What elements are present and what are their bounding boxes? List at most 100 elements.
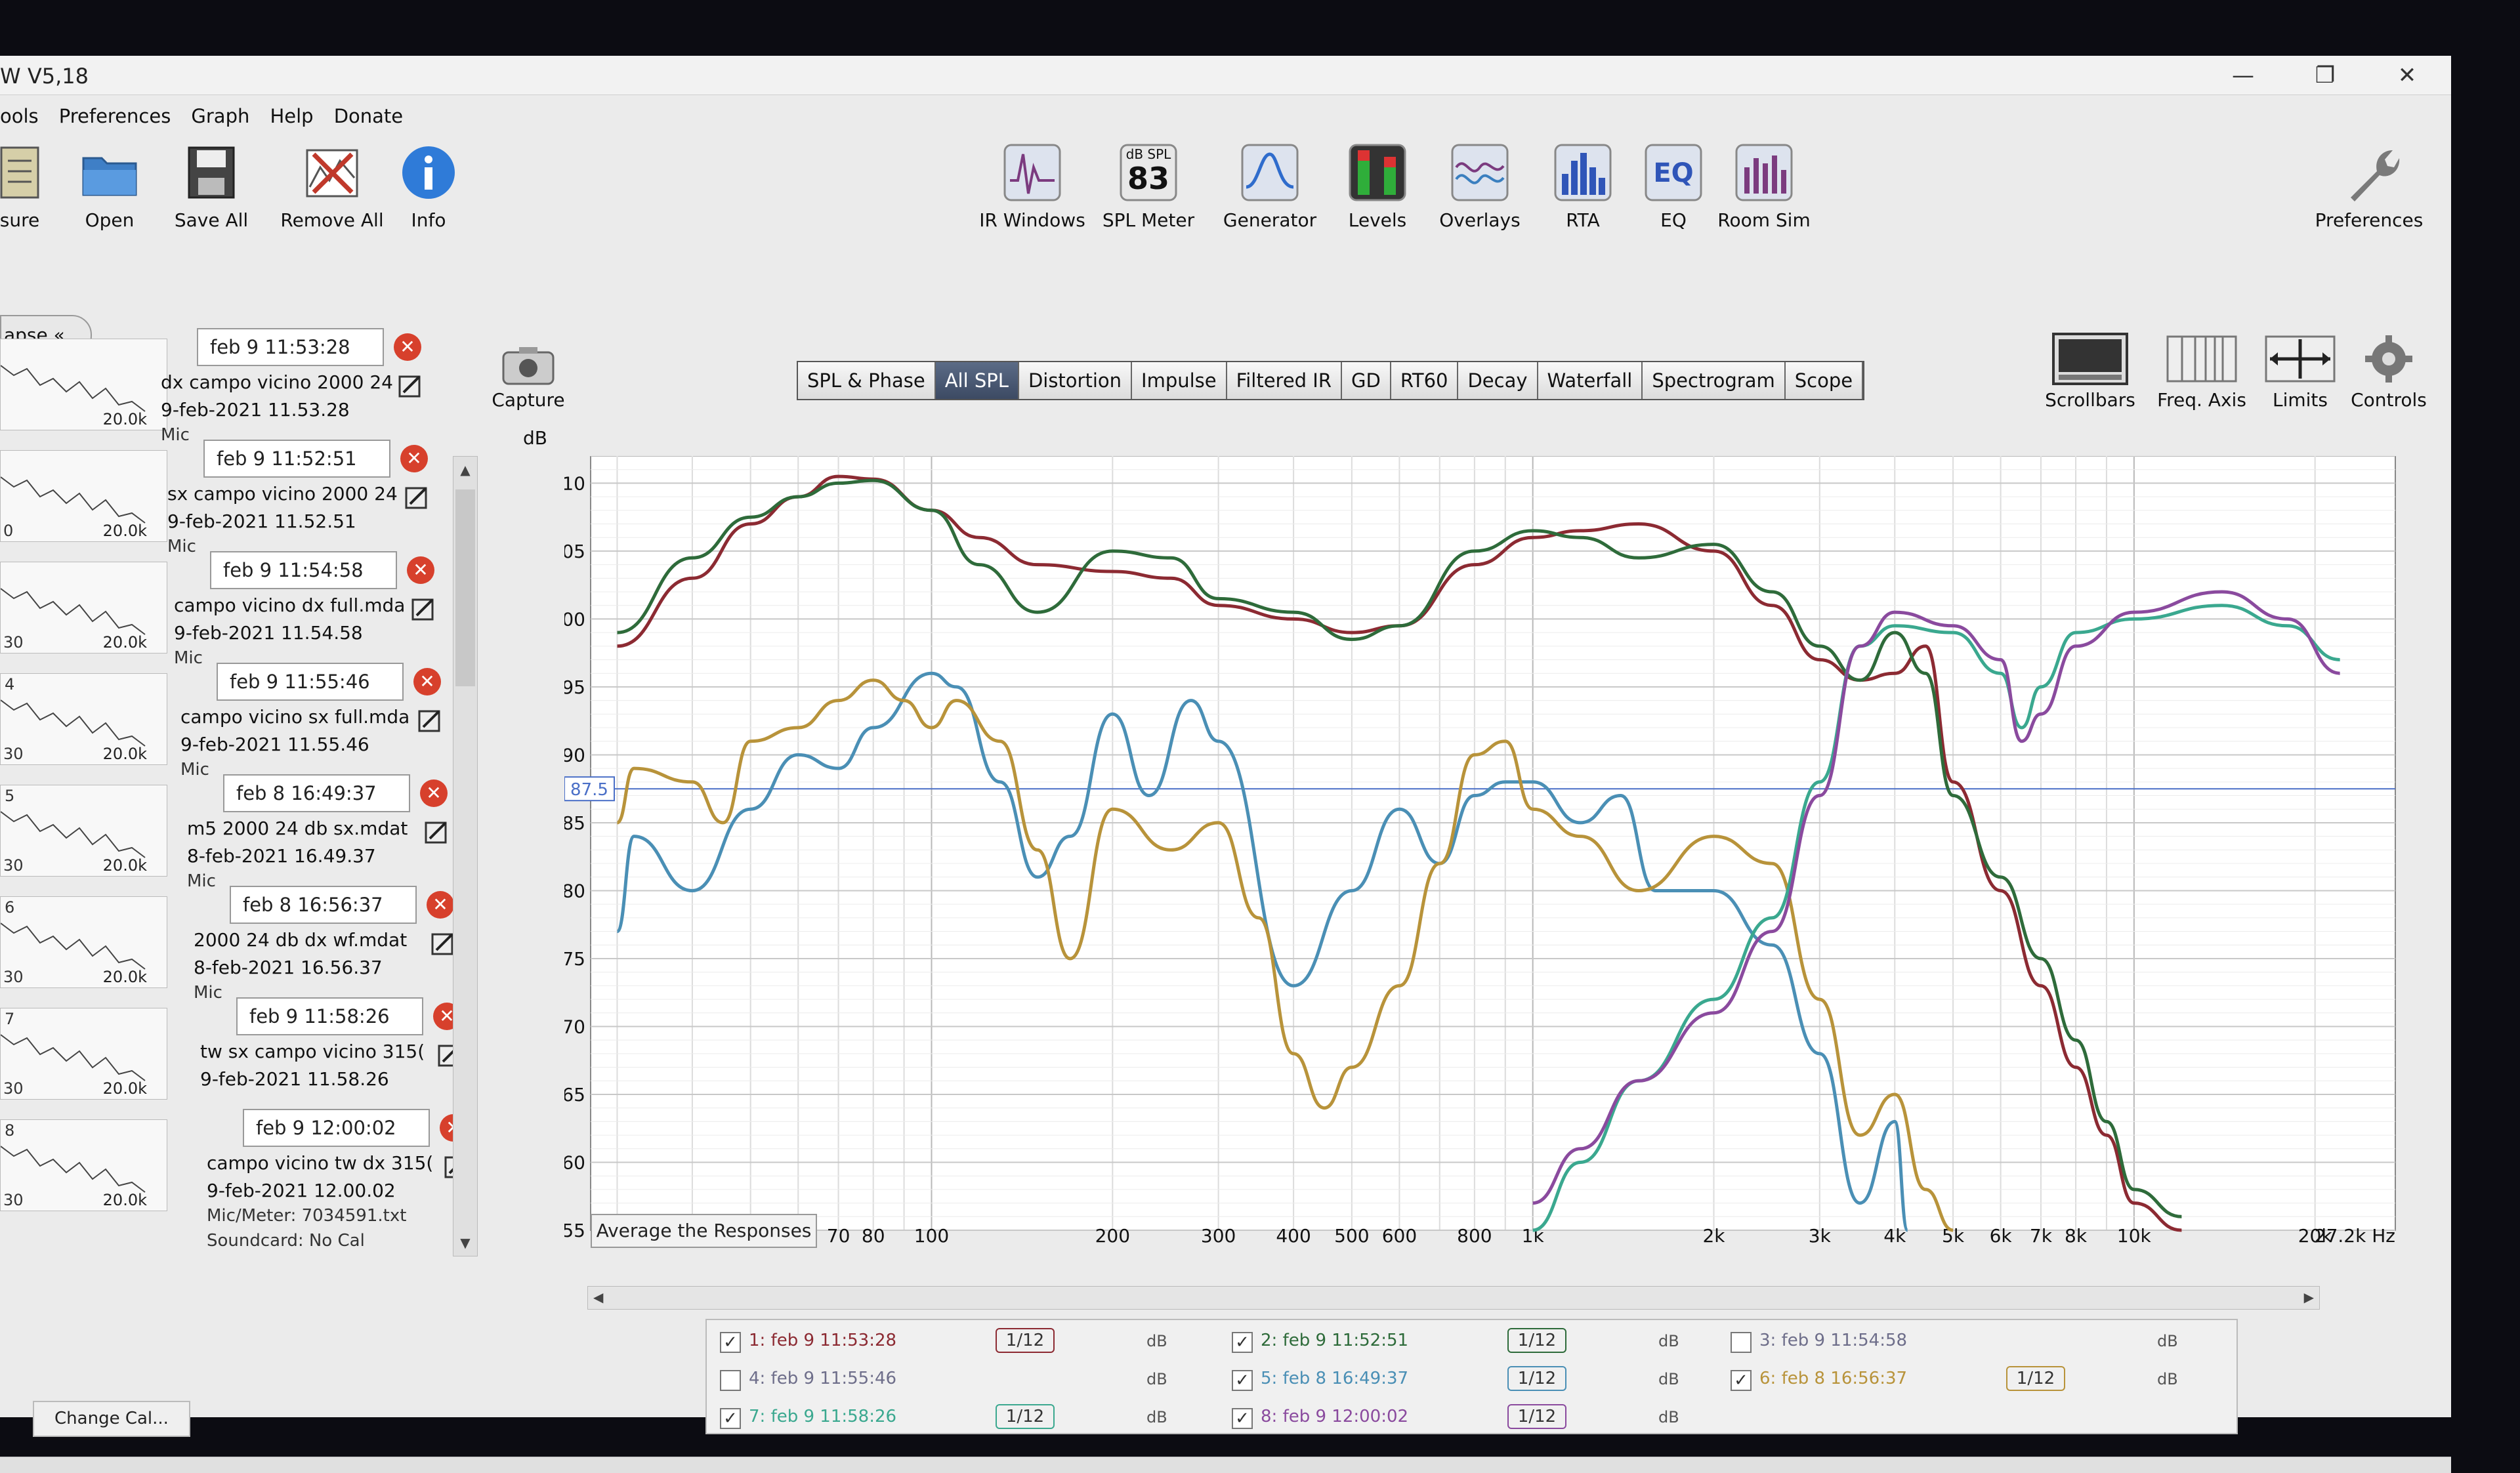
edit-notes-icon[interactable]	[417, 707, 443, 734]
y-tick-label: 65	[564, 1084, 585, 1106]
scroll-right-icon[interactable]: ▶	[2304, 1289, 2314, 1305]
scroll-up-icon[interactable]: ▲	[453, 457, 477, 483]
measurement-card[interactable]: 83020.0kfeb 9 12:00:02✕campo vicino tw d…	[0, 1109, 467, 1251]
measurement-card[interactable]: 20.0k feb 9 11:53:28 ✕ dx campo vicino 2000…	[0, 328, 459, 445]
measurement-tab[interactable]: feb 8 16:56:37	[230, 886, 417, 924]
scroll-left-icon[interactable]: ◀	[593, 1289, 603, 1305]
measurement-tab[interactable]: feb 8 16:49:37	[223, 774, 410, 812]
remove-measurement-icon[interactable]: ✕	[400, 445, 428, 472]
legend-checkbox[interactable]: ✓	[1232, 1332, 1253, 1353]
change-cal-button[interactable]: Change Cal...	[33, 1401, 190, 1437]
legend-checkbox[interactable]: ✓	[1232, 1408, 1253, 1429]
smoothing-button[interactable]: 1/12	[996, 1328, 1055, 1353]
legend-checkbox[interactable]: ✓	[1232, 1370, 1253, 1391]
legend-unit: dB	[1658, 1408, 1679, 1426]
graph-tab[interactable]: Distortion	[1018, 362, 1133, 399]
remove-measurement-icon[interactable]: ✕	[427, 891, 454, 919]
edit-notes-icon[interactable]	[410, 596, 436, 622]
edit-notes-icon[interactable]	[430, 930, 456, 957]
menu-preferences[interactable]: Preferences	[59, 102, 171, 131]
measurement-thumbnail[interactable]: 7 30 20.0k	[0, 1008, 167, 1100]
edit-notes-icon[interactable]	[423, 819, 450, 845]
graph-tab[interactable]: RT60	[1391, 362, 1459, 399]
edit-notes-icon[interactable]	[404, 484, 430, 510]
reference-level-label: 87.5	[570, 780, 608, 800]
legend-checkbox[interactable]: ✓	[720, 1332, 741, 1353]
spl-meter-button[interactable]: dB SPL 83 SPL Meter	[1083, 141, 1214, 246]
menu-tools[interactable]: ools	[0, 102, 39, 131]
remove-measurement-icon[interactable]: ✕	[420, 779, 448, 807]
info-icon	[402, 146, 455, 199]
scroll-down-icon[interactable]: ▼	[453, 1230, 477, 1256]
measurement-tab[interactable]: feb 9 12:00:02	[243, 1109, 430, 1147]
graph-tab[interactable]: Waterfall	[1538, 362, 1643, 399]
measurement-tab[interactable]: feb 9 11:52:51	[203, 440, 390, 478]
graph-tab[interactable]: Impulse	[1132, 362, 1227, 399]
legend-checkbox[interactable]: ✓	[1731, 1370, 1752, 1391]
save-all-label: Save All	[174, 209, 249, 231]
measurement-card[interactable]: 0 20.0k feb 9 11:52:51 ✕ sx campo vicino 200…	[0, 440, 459, 556]
list-scroll-thumb[interactable]	[455, 489, 475, 686]
measurement-card[interactable]: 4 30 20.0k feb 9 11:55:46 ✕ campo vicino sx f…	[0, 663, 459, 779]
measurement-thumbnail[interactable]: 30 20.0k	[0, 562, 167, 654]
close-icon[interactable]: ✕	[2389, 60, 2426, 91]
info-button[interactable]: Info	[363, 141, 494, 246]
measurement-thumbnail[interactable]: 6 30 20.0k	[0, 896, 167, 988]
capture-button[interactable]: Capture	[486, 344, 571, 411]
menu-donate[interactable]: Donate	[334, 102, 403, 131]
plot-area[interactable]	[590, 456, 2396, 1231]
graph-tab[interactable]: All SPL	[935, 362, 1019, 399]
graph-tab[interactable]: Decay	[1458, 362, 1538, 399]
scrollbars-button[interactable]: Scrollbars	[2038, 331, 2143, 411]
minimize-icon[interactable]: —	[2225, 60, 2261, 91]
frequency-scrollbar[interactable]: ◀ ▶	[587, 1286, 2320, 1310]
controls-button[interactable]: Controls	[2336, 331, 2441, 411]
smoothing-button[interactable]: 1/12	[2006, 1366, 2065, 1391]
restore-icon[interactable]: ❐	[2307, 60, 2343, 91]
measurement-thumbnail[interactable]: 5 30 20.0k	[0, 785, 167, 877]
measurement-card[interactable]: 30 20.0k feb 9 11:54:58 ✕ campo vicino dx fu…	[0, 551, 459, 668]
room-sim-button[interactable]: Room Sim	[1698, 141, 1830, 246]
remove-measurement-icon[interactable]: ✕	[394, 333, 421, 361]
graph-tab[interactable]: Scope	[1785, 362, 1864, 399]
measurement-card[interactable]: 7 30 20.0k feb 9 11:58:26 ✕ tw sx campo vicin…	[0, 997, 461, 1106]
measurement-tab[interactable]: feb 9 11:58:26	[236, 997, 423, 1035]
smoothing-button[interactable]: 1/12	[1507, 1404, 1566, 1429]
measurement-thumbnail[interactable]: 0 20.0k	[0, 450, 167, 542]
remove-measurement-icon[interactable]: ✕	[413, 668, 441, 695]
measurement-date: 9-feb-2021 11.54.58	[174, 622, 363, 644]
measurement-tab[interactable]: feb 9 11:55:46	[217, 663, 404, 701]
save-all-button[interactable]: Save All	[146, 141, 277, 246]
measurement-card[interactable]: 5 30 20.0k feb 8 16:49:37 ✕ m5 2000 24 db sx.…	[0, 774, 459, 891]
x-tick-label: 8k	[2065, 1225, 2088, 1243]
list-scrollbar[interactable]: ▲ ▼	[453, 456, 478, 1256]
legend-checkbox[interactable]: ✓	[720, 1408, 741, 1429]
freq-axis-button[interactable]: Freq. Axis	[2149, 331, 2254, 411]
legend-checkbox[interactable]	[720, 1370, 741, 1391]
menu-help[interactable]: Help	[270, 102, 313, 131]
menu-graph[interactable]: Graph	[191, 102, 249, 131]
smoothing-button[interactable]: 1/12	[996, 1404, 1055, 1429]
measurement-card[interactable]: 6 30 20.0k feb 8 16:56:37 ✕ 2000 24 db dx wf.…	[0, 886, 459, 1003]
capture-label: Capture	[492, 389, 565, 411]
spl-chart[interactable]: 556065707580859095100105110 304050607080…	[564, 456, 2399, 1243]
measurement-tab[interactable]: feb 9 11:54:58	[210, 551, 397, 589]
ir-windows-button[interactable]: IR Windows	[967, 141, 1098, 246]
edit-notes-icon[interactable]	[397, 373, 423, 399]
graph-tab[interactable]: GD	[1342, 362, 1391, 399]
preferences-button[interactable]: Preferences	[2303, 141, 2435, 246]
measurement-thumbnail[interactable]: 4 30 20.0k	[0, 673, 167, 765]
smoothing-button[interactable]: 1/12	[1507, 1366, 1566, 1391]
graph-tab[interactable]: Filtered IR	[1227, 362, 1342, 399]
graph-tab[interactable]: Spectrogram	[1643, 362, 1786, 399]
measurement-thumbnail[interactable]: 20.0k	[0, 339, 167, 430]
graph-tab[interactable]: SPL & Phase	[798, 362, 936, 399]
smoothing-button[interactable]: 1/12	[1507, 1328, 1566, 1353]
spl-meter-label: SPL Meter	[1102, 209, 1195, 231]
average-responses-button[interactable]: Average the Responses	[591, 1214, 817, 1248]
measurement-tab[interactable]: feb 9 11:53:28	[197, 328, 384, 366]
measurement-thumbnail[interactable]: 8 30 20.0k	[0, 1119, 167, 1211]
legend-checkbox[interactable]	[1731, 1332, 1752, 1353]
card-number: 5	[5, 787, 15, 805]
remove-measurement-icon[interactable]: ✕	[407, 556, 434, 584]
